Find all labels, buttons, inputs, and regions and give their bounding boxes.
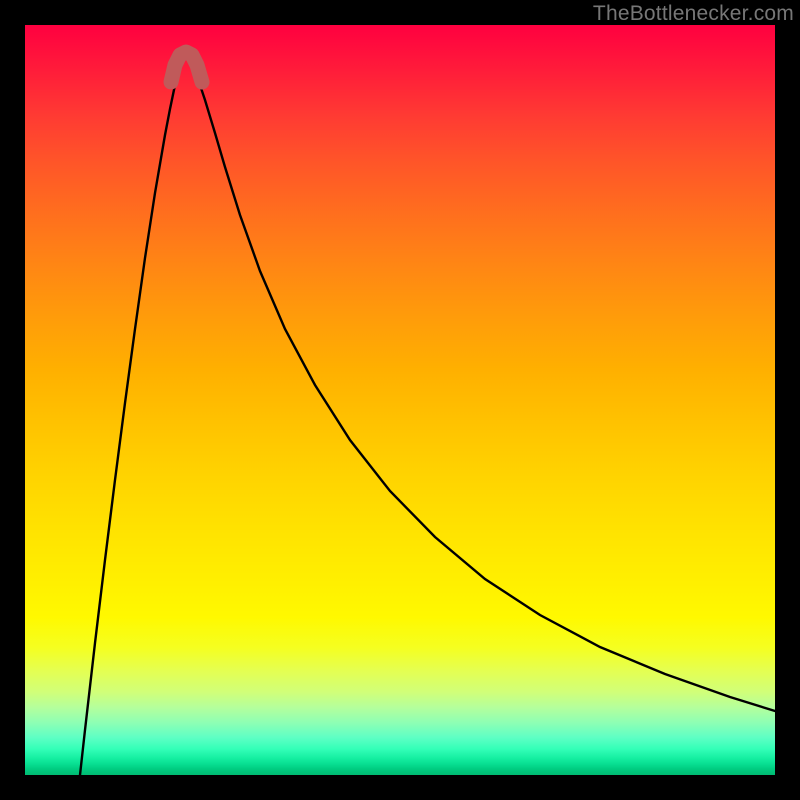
chart-frame: TheBottlenecker.com — [0, 0, 800, 800]
right-curve-path — [195, 73, 775, 711]
watermark-text: TheBottlenecker.com — [593, 2, 794, 26]
valley-marker-path — [171, 52, 202, 82]
plot-area — [25, 25, 775, 775]
left-curve-path — [80, 73, 178, 775]
curve-svg — [25, 25, 775, 775]
